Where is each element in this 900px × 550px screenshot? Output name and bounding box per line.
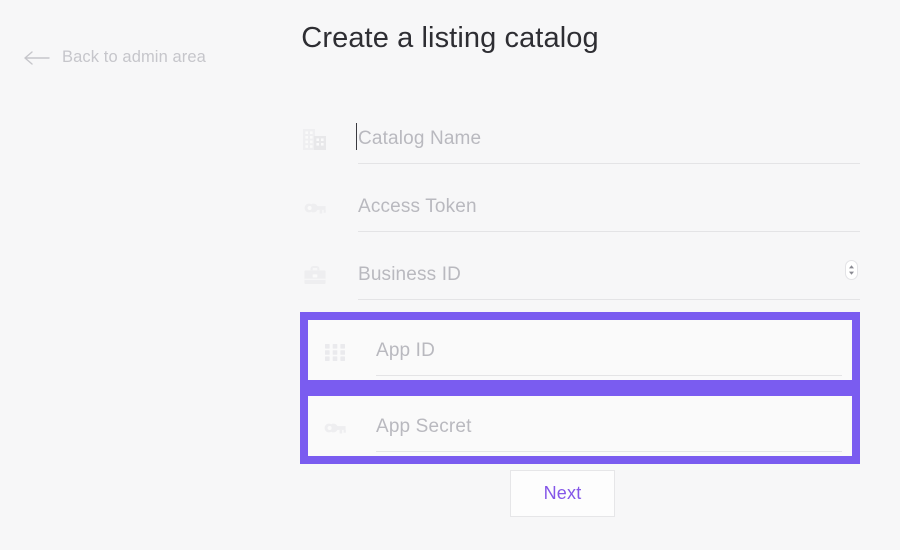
- business-id-underline: [358, 299, 860, 300]
- access-token-input-area[interactable]: Access Token: [358, 190, 860, 236]
- create-catalog-form: Catalog Name Access Token Business ID Ap…: [300, 108, 860, 464]
- app-secret-placeholder: App Secret: [376, 416, 472, 437]
- text-caret: [356, 123, 357, 150]
- catalog-name-underline: [358, 163, 860, 164]
- field-app-id[interactable]: App ID: [300, 312, 860, 388]
- number-spinner[interactable]: [845, 260, 858, 280]
- field-access-token[interactable]: Access Token: [300, 176, 860, 244]
- next-button[interactable]: Next: [510, 470, 615, 517]
- app-secret-underline: [376, 451, 842, 452]
- field-business-id[interactable]: Business ID: [300, 244, 860, 312]
- key-icon: [304, 203, 326, 214]
- app-secret-input-area[interactable]: App Secret: [376, 410, 842, 456]
- building-icon: [303, 129, 326, 150]
- access-token-underline: [358, 231, 860, 232]
- app-id-input-area[interactable]: App ID: [376, 334, 842, 380]
- field-app-secret[interactable]: App Secret: [300, 388, 860, 464]
- catalog-name-input-area[interactable]: Catalog Name: [356, 122, 860, 168]
- page-title: Create a listing catalog: [301, 22, 599, 54]
- app-id-underline: [376, 375, 842, 376]
- catalog-name-placeholder: Catalog Name: [358, 128, 482, 149]
- app-id-placeholder: App ID: [376, 340, 435, 361]
- field-catalog-name[interactable]: Catalog Name: [300, 108, 860, 176]
- business-id-placeholder: Business ID: [358, 264, 462, 285]
- grid-dots-icon: [325, 344, 345, 361]
- key-icon: [324, 423, 346, 434]
- access-token-placeholder: Access Token: [358, 196, 477, 217]
- business-id-input-area[interactable]: Business ID: [358, 258, 860, 304]
- briefcase-icon: [304, 265, 326, 284]
